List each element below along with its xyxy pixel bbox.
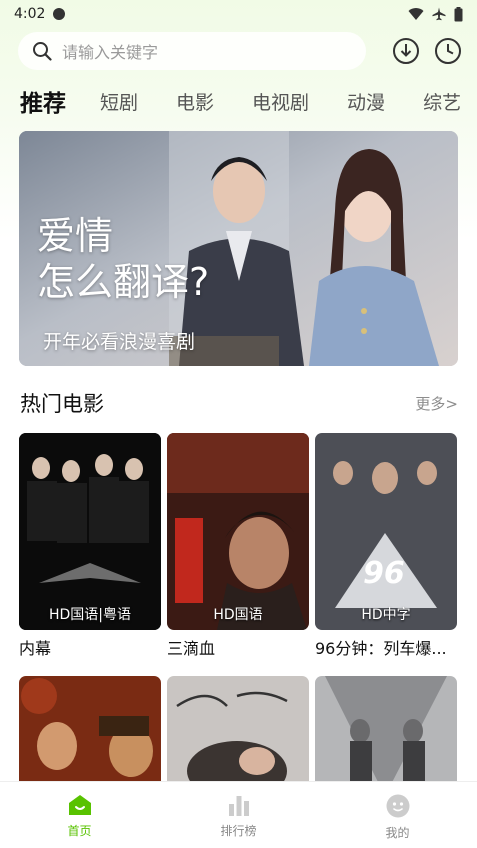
status-time: 4:02 bbox=[14, 6, 46, 22]
history-button[interactable] bbox=[434, 37, 462, 65]
ranking-icon bbox=[228, 796, 249, 816]
home-icon bbox=[68, 795, 91, 815]
category-tabs: 推荐 短剧 电影 电视剧 动漫 综艺 bbox=[20, 84, 477, 118]
battery-icon bbox=[454, 6, 463, 21]
nav-ranking-label: 排行榜 bbox=[220, 824, 257, 838]
movie-title: 96分钟：列车爆... bbox=[315, 639, 447, 658]
movie-poster: HD国语|粤语 bbox=[19, 433, 161, 630]
bottom-nav: 首页 排行榜 我的 bbox=[0, 781, 477, 848]
tab-recommend[interactable]: 推荐 bbox=[20, 84, 66, 118]
download-icon bbox=[393, 38, 419, 64]
tab-variety[interactable]: 综艺 bbox=[423, 88, 461, 115]
more-link[interactable]: 更多> bbox=[415, 393, 458, 414]
movie-poster: HD国语 bbox=[167, 433, 309, 630]
movie-poster: 96 HD中字 bbox=[315, 433, 457, 630]
movie-card[interactable]: HD国语|粤语 内幕 bbox=[19, 433, 161, 659]
quality-badge: HD国语 bbox=[213, 607, 263, 623]
section-title: 热门电影 bbox=[20, 392, 104, 416]
nav-profile[interactable]: 我的 bbox=[318, 782, 477, 848]
featured-banner[interactable]: 爱情 怎么翻译? 开年必看浪漫喜剧 bbox=[19, 131, 458, 366]
svg-text:96: 96 bbox=[363, 556, 405, 591]
clock-icon bbox=[435, 38, 461, 64]
tab-anime[interactable]: 动漫 bbox=[347, 88, 385, 115]
notification-dot-icon bbox=[53, 8, 66, 20]
nav-profile-label: 我的 bbox=[385, 826, 410, 840]
banner-title-line2: 怎么翻译? bbox=[37, 260, 210, 304]
quality-badge: HD中字 bbox=[361, 607, 411, 623]
search-input[interactable]: 请输入关键字 bbox=[18, 32, 366, 70]
status-icons bbox=[408, 6, 463, 22]
movie-title: 三滴血 bbox=[167, 639, 216, 658]
search-placeholder: 请输入关键字 bbox=[62, 43, 159, 62]
movie-card[interactable]: 96 HD中字 96分钟：列车爆... bbox=[315, 433, 457, 659]
quality-badge: HD国语|粤语 bbox=[48, 607, 132, 623]
header-actions bbox=[392, 37, 462, 65]
nav-home[interactable]: 首页 bbox=[0, 782, 159, 848]
download-button[interactable] bbox=[392, 37, 420, 65]
nav-ranking[interactable]: 排行榜 bbox=[159, 782, 318, 848]
search-icon bbox=[33, 42, 52, 61]
movie-card[interactable]: HD国语 三滴血 bbox=[167, 433, 309, 659]
poster-image bbox=[19, 433, 161, 630]
search-row: 请输入关键字 bbox=[18, 32, 462, 70]
tab-movies[interactable]: 电影 bbox=[176, 88, 214, 115]
poster-image bbox=[167, 433, 309, 630]
hot-movies-header: 热门电影 更多> bbox=[20, 388, 458, 418]
banner-subtitle: 开年必看浪漫喜剧 bbox=[43, 331, 196, 353]
poster-image: 96 bbox=[315, 433, 457, 630]
banner-title-line1: 爱情 bbox=[37, 214, 114, 258]
wifi-icon bbox=[408, 8, 424, 20]
profile-icon bbox=[386, 794, 409, 818]
status-bar: 4:02 bbox=[0, 0, 477, 28]
airplane-icon bbox=[432, 7, 446, 21]
tab-tv-series[interactable]: 电视剧 bbox=[252, 88, 309, 115]
nav-home-label: 首页 bbox=[67, 824, 92, 838]
tab-short-drama[interactable]: 短剧 bbox=[100, 88, 138, 115]
banner-title: 爱情 怎么翻译? bbox=[37, 213, 209, 305]
movie-title: 内幕 bbox=[19, 639, 52, 658]
